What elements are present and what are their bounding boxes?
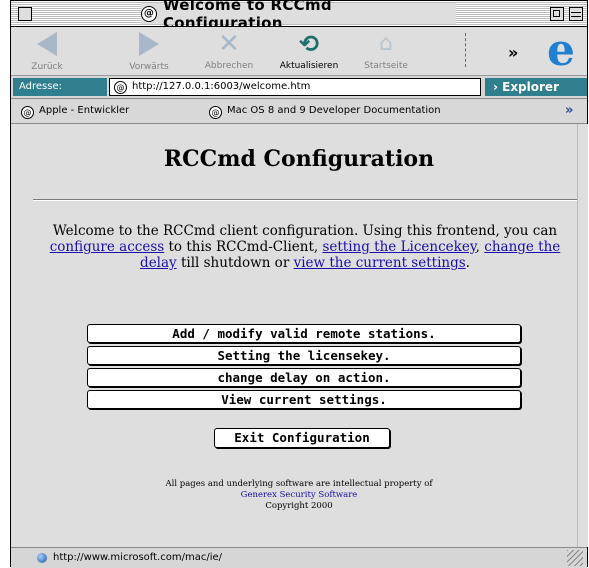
intro-text: , — [475, 239, 485, 255]
intro-text: . — [465, 255, 470, 271]
favorites-bar: @ Apple - Entwickler @ Mac OS 8 and 9 Deve… — [11, 99, 587, 124]
intro-paragraph: Welcome to the RCCmd client configuratio… — [33, 223, 577, 271]
at-icon: @ — [114, 81, 127, 94]
intro-text: to this RCCmd-Client, — [164, 239, 323, 255]
home-icon: ⌂ — [379, 31, 393, 56]
browser-window: @ Welcome to RCCmd Configuration Zurück … — [10, 0, 588, 568]
favorites-more-chevron-icon[interactable]: » — [565, 103, 573, 118]
stop-button[interactable]: ✕ Abbrechen — [197, 31, 261, 71]
back-label: Zurück — [31, 62, 63, 72]
intro-text: till shutdown or — [176, 255, 294, 271]
view-settings-link[interactable]: view the current settings — [294, 255, 466, 271]
home-label: Startseite — [364, 61, 408, 71]
page-content: RCCmd Configuration Welcome to the RCCmd… — [11, 124, 587, 547]
favorite-apple-developer[interactable]: @ Apple - Entwickler — [21, 105, 129, 119]
refresh-icon: ⟲ — [298, 30, 320, 58]
forward-label: Vorwärts — [129, 62, 169, 72]
forward-arrow-icon — [119, 32, 179, 58]
favorite-label: Mac OS 8 and 9 Developer Documentation — [227, 105, 441, 116]
footer-line: All pages and underlying software are in… — [165, 479, 433, 489]
at-icon: @ — [209, 106, 222, 119]
home-button[interactable]: ⌂ Startseite — [353, 31, 419, 71]
toolbar-separator — [465, 33, 466, 67]
at-icon: @ — [141, 5, 157, 22]
toolbar-more-chevron-icon[interactable]: » — [508, 43, 518, 62]
change-delay-button[interactable]: change delay on action. — [87, 368, 521, 387]
back-button[interactable]: Zurück — [25, 31, 69, 72]
stop-x-icon: ✕ — [218, 29, 240, 59]
intro-text: Welcome to the RCCmd client configuratio… — [52, 223, 558, 239]
page-title: RCCmd Configuration — [163, 146, 435, 172]
footer: All pages and underlying software are in… — [11, 479, 587, 512]
address-label: Adresse: — [13, 78, 107, 96]
title-bar[interactable]: @ Welcome to RCCmd Configuration — [11, 0, 587, 32]
footer-company: Generex Security Software — [240, 490, 358, 500]
setting-licencekey-link[interactable]: setting the Licencekey — [322, 239, 475, 255]
back-arrow-icon — [25, 32, 69, 58]
add-modify-stations-button[interactable]: Add / modify valid remote stations. — [87, 324, 521, 343]
exit-configuration-button[interactable]: Exit Configuration — [214, 428, 390, 448]
globe-icon — [37, 553, 47, 563]
setting-licensekey-button[interactable]: Setting the licensekey. — [87, 346, 521, 365]
footer-copyright: Copyright 2000 — [265, 501, 333, 511]
status-url: http://www.microsoft.com/mac/ie/ — [53, 552, 222, 563]
horizontal-rule — [33, 199, 577, 201]
at-icon: @ — [21, 106, 34, 119]
address-input[interactable]: @ http://127.0.0.1:6003/welcome.htm — [109, 78, 481, 96]
collapse-box[interactable] — [569, 7, 583, 21]
stop-label: Abbrechen — [204, 61, 254, 71]
explorer-tab[interactable]: › Explorer — [485, 78, 587, 96]
forward-button[interactable]: Vorwärts — [119, 31, 179, 72]
view-settings-button[interactable]: View current settings. — [87, 390, 521, 409]
configure-access-link[interactable]: configure access — [50, 239, 164, 255]
status-bar: http://www.microsoft.com/mac/ie/ — [11, 547, 587, 568]
refresh-button[interactable]: ⟲ Aktualisieren — [268, 31, 350, 71]
address-url: http://127.0.0.1:6003/welcome.htm — [132, 81, 311, 92]
internet-explorer-logo-icon: e — [547, 25, 575, 76]
favorite-label: Apple - Entwickler — [39, 105, 130, 116]
close-box[interactable] — [18, 7, 32, 21]
window-title: @ Welcome to RCCmd Configuration — [141, 0, 456, 32]
address-bar: Adresse: @ http://127.0.0.1:6003/welcome… — [11, 76, 587, 99]
zoom-box[interactable] — [550, 7, 564, 21]
browser-toolbar: Zurück Vorwärts ✕ Abbrechen ⟲ Aktualisie… — [11, 27, 587, 76]
refresh-label: Aktualisieren — [279, 61, 339, 71]
favorite-macos-docs[interactable]: @ Mac OS 8 and 9 Developer Documentation — [209, 105, 441, 119]
resize-handle-icon[interactable] — [567, 550, 583, 566]
vertical-scrollbar[interactable] — [577, 124, 588, 547]
